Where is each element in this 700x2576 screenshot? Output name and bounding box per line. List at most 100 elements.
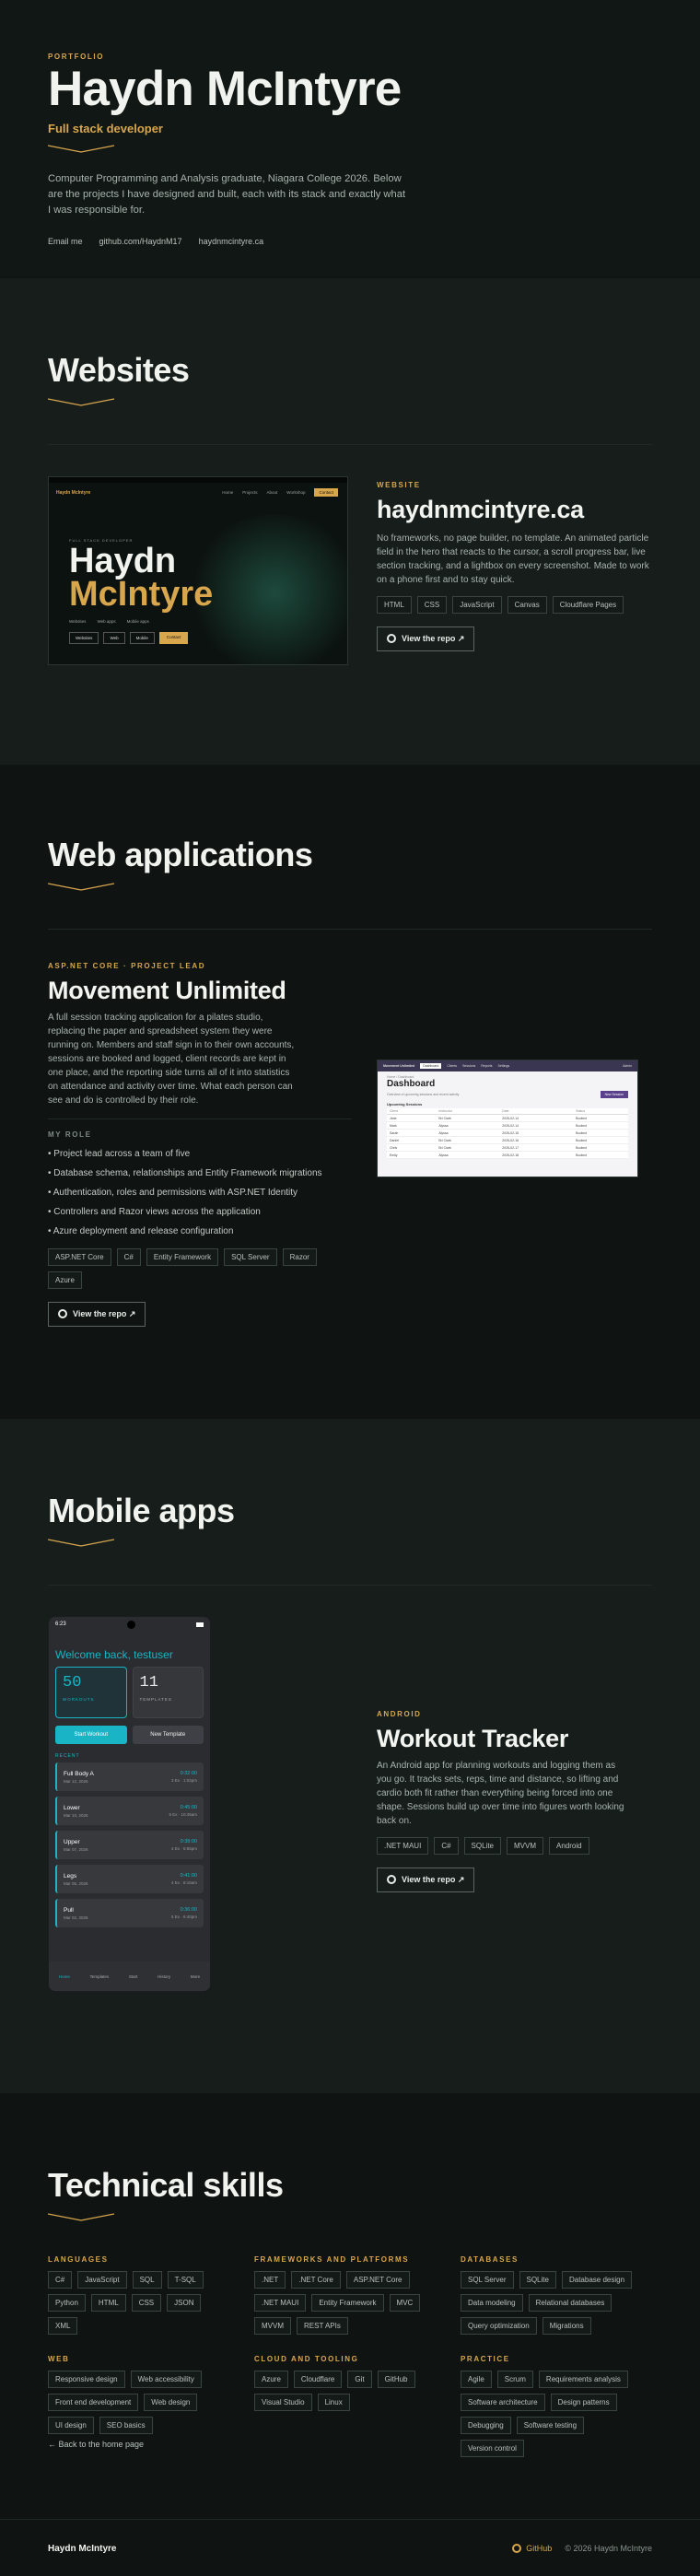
phone-nav-item[interactable]: Templates <box>90 1974 110 1979</box>
webapp-eyebrow: ASP.NET CORE · PROJECT LEAD <box>48 962 206 970</box>
skill-tag: Software testing <box>516 2417 585 2434</box>
webapp-repo-button[interactable]: View the repo ↗ <box>48 1301 146 1327</box>
hero-eyebrow: PORTFOLIO <box>48 53 105 61</box>
workout-date: Mar 10, 2026 <box>64 1812 88 1818</box>
phone-screenshot[interactable]: 6:23 Welcome back, testuser 50 WORKOUTS … <box>48 1616 211 1992</box>
stat-card: 50 WORKOUTS <box>55 1667 127 1718</box>
table-row[interactable]: Jane Bri Clark 2026-02-14 Booked <box>387 1114 628 1122</box>
table-row[interactable]: Mark Alyssa 2026-02-14 Booked <box>387 1121 628 1130</box>
footer-github-link[interactable]: GitHub <box>512 2544 552 2553</box>
website-screenshot[interactable]: Haydn McIntyre Home Projects About Works… <box>48 476 348 665</box>
phone-nav-item[interactable]: Home <box>59 1974 70 1979</box>
stat-card: 11 TEMPLATES <box>132 1667 204 1718</box>
mobile-section: Mobile apps 6:23 Welcome back, testuser … <box>0 1419 700 2093</box>
workout-item[interactable]: Pull Mar 02, 2026 0:36:00 5 Ex · 6:40pm <box>55 1899 204 1927</box>
shot-btn: Mobile <box>129 632 155 644</box>
start-workout-button[interactable]: Start Workout <box>55 1726 127 1744</box>
skill-tag: Migrations <box>542 2317 591 2335</box>
skill-tag: JSON <box>167 2294 202 2312</box>
workout-date: Mar 02, 2026 <box>64 1914 88 1920</box>
shot-btn: Web <box>103 632 125 644</box>
footer-copyright: © 2026 Haydn McIntyre <box>565 2544 652 2553</box>
email-link[interactable]: Email me <box>48 237 83 246</box>
skill-tag: Web accessibility <box>130 2371 202 2388</box>
tag: Entity Framework <box>146 1247 219 1266</box>
mobile-repo-button[interactable]: View the repo ↗ <box>377 1867 475 1892</box>
table-cell: Alyssa <box>436 1129 500 1137</box>
skill-tag: HTML <box>90 2294 126 2312</box>
website-tags: HTML CSS JavaScript Canvas Cloudflare Pa… <box>377 595 653 614</box>
workout-item[interactable]: Legs Mar 05, 2026 0:41:00 4 Ex · 8:15am <box>55 1865 204 1893</box>
role-item: • Authentication, roles and permissions … <box>48 1187 298 1198</box>
tag: Cloudflare Pages <box>552 595 624 614</box>
table-cell: Mark <box>387 1121 437 1130</box>
skill-group: CLOUD AND TOOLING Azure Cloudflare Git GitHu… <box>254 2355 461 2457</box>
skill-tag: .NET MAUI <box>254 2294 307 2312</box>
table-cell: Bri Clark <box>436 1136 500 1144</box>
skill-tag: Relational databases <box>528 2294 612 2312</box>
table-row[interactable]: Chris Bri Clark 2026-02-17 Booked <box>387 1143 628 1152</box>
workout-name: Upper <box>64 1838 80 1845</box>
shot-nav: Projects <box>242 490 258 495</box>
table-cell: 2026-02-14 <box>499 1121 574 1130</box>
footer-name: Haydn McIntyre <box>48 2544 117 2554</box>
workout-sets: 5 Ex · 6:40pm <box>170 1914 197 1919</box>
shot-btn: Websites <box>69 632 99 644</box>
new-template-button[interactable]: New Template <box>132 1726 204 1744</box>
skill-tag: T-SQL <box>167 2271 204 2289</box>
phone-nav-item[interactable]: Start <box>129 1974 138 1979</box>
webapp-screenshot[interactable]: Movement Unlimited Dashboard Clients Ses… <box>377 1060 638 1177</box>
phone-nav-item[interactable]: History <box>158 1974 170 1979</box>
workout-item[interactable]: Lower Mar 10, 2026 0:45:00 5 Ex · 10:45am <box>55 1797 204 1825</box>
github-link[interactable]: github.com/HaydnM17 <box>99 237 182 246</box>
skill-tag: Git <box>347 2371 372 2388</box>
role-list: • Project lead across a team of five • D… <box>48 1144 352 1241</box>
tag: ASP.NET Core <box>48 1247 111 1266</box>
chevron-divider-icon <box>47 145 115 153</box>
mobile-title: Workout Tracker <box>377 1725 569 1752</box>
tag: Canvas <box>507 595 547 614</box>
table-cell: Alyssa <box>436 1151 500 1159</box>
skill-tag: Software architecture <box>461 2394 545 2411</box>
github-icon <box>387 1875 396 1885</box>
skill-tag: Entity Framework <box>311 2294 384 2312</box>
table-cell: 2026-02-15 <box>499 1129 574 1137</box>
webapps-section: Web applications ASP.NET CORE · PROJECT … <box>0 765 700 1419</box>
chevron-divider-icon <box>48 1539 114 1547</box>
workout-item[interactable]: Upper Mar 07, 2026 0:38:00 4 Ex · 5:55pm <box>55 1831 204 1859</box>
table-row[interactable]: Sarah Alyssa 2026-02-15 Booked <box>387 1129 628 1137</box>
shot-stat: Mobile apps <box>126 619 149 624</box>
shot-brand: Movement Unlimited <box>383 1064 415 1068</box>
back-home-link[interactable]: ← Back to the home page <box>48 2440 144 2449</box>
shot-stat: Websites <box>69 619 87 624</box>
workout-duration: 0:45:00 <box>180 1805 197 1810</box>
tag: JavaScript <box>452 595 502 614</box>
skill-group-title: DATABASES <box>461 2255 519 2264</box>
websites-heading: Websites <box>48 351 190 389</box>
skill-tag: MVC <box>389 2294 421 2312</box>
skill-tag: ASP.NET Core <box>345 2271 410 2289</box>
website-link[interactable]: haydnmcintyre.ca <box>199 237 264 246</box>
phone-nav-item[interactable]: More <box>191 1974 200 1979</box>
chevron-divider-icon <box>48 883 114 891</box>
skill-tag: SEO basics <box>99 2417 153 2434</box>
hero-intro: Computer Programming and Analysis gradua… <box>48 173 406 216</box>
hero-section: PORTFOLIO Haydn McIntyre Full stack deve… <box>0 0 700 276</box>
skill-tag: Linux <box>317 2394 350 2411</box>
repo-label: View the repo ↗ <box>402 1874 465 1884</box>
workout-sets: 3 Ex · 1:02pm <box>170 1778 197 1783</box>
table-cell: Jane <box>387 1114 437 1122</box>
website-repo-button[interactable]: View the repo ↗ <box>377 626 475 651</box>
stat-label: WORKOUTS <box>63 1697 95 1702</box>
skill-tag: Design patterns <box>550 2394 617 2411</box>
table-row[interactable]: Daniel Bri Clark 2026-02-16 Booked <box>387 1136 628 1144</box>
table-row[interactable]: Emily Alyssa 2026-02-18 Booked <box>387 1151 628 1159</box>
skill-tag: Debugging <box>461 2417 511 2434</box>
skill-tag: SQLite <box>519 2271 556 2289</box>
webapp-desc: A full session tracking application for … <box>48 1012 295 1106</box>
webapp-tags: ASP.NET Core C# Entity Framework SQL Ser… <box>48 1247 352 1289</box>
table-cell: Booked <box>573 1151 628 1159</box>
workout-item[interactable]: Full Body A Mar 12, 2026 0:32:00 3 Ex · 1:0… <box>55 1762 204 1791</box>
github-icon <box>58 1309 67 1319</box>
workout-name: Legs <box>64 1872 77 1879</box>
